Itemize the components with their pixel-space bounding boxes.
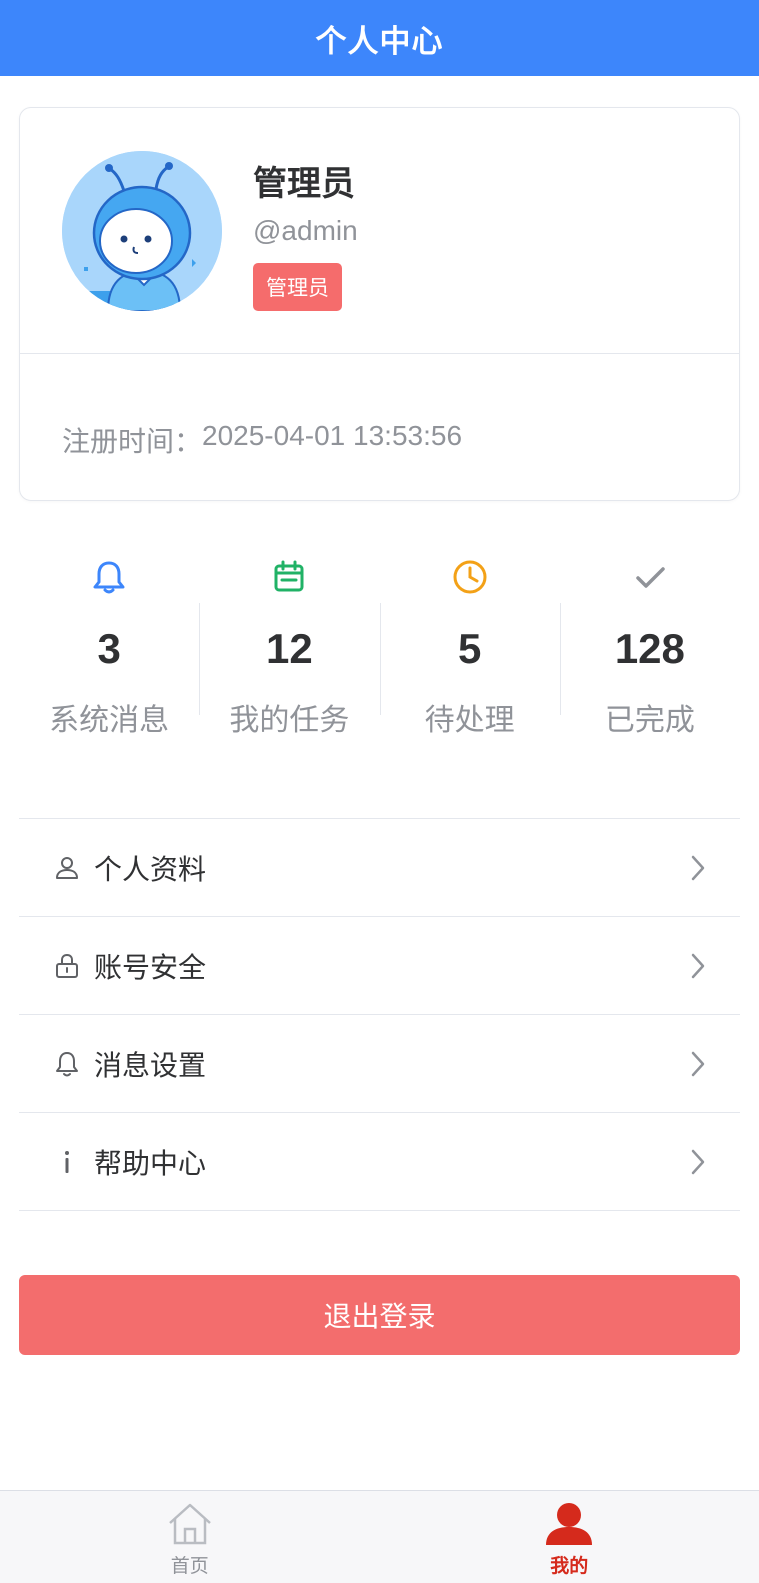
person-icon bbox=[544, 1499, 594, 1549]
stat-completed[interactable]: 128 已完成 bbox=[559, 555, 740, 755]
chevron-right-icon bbox=[691, 1149, 705, 1175]
stat-my-tasks[interactable]: 12 我的任务 bbox=[199, 555, 379, 755]
card-divider bbox=[20, 353, 739, 354]
settings-menu: 个人资料 账号安全 消息设置 帮助中心 bbox=[19, 818, 740, 1211]
stat-value: 3 bbox=[97, 625, 121, 672]
menu-item-profile[interactable]: 个人资料 bbox=[19, 819, 740, 917]
chevron-right-icon bbox=[691, 1051, 705, 1077]
tab-label: 我的 bbox=[550, 1555, 589, 1577]
stat-label: 待处理 bbox=[424, 703, 515, 738]
user-icon bbox=[52, 853, 82, 883]
user-handle: @admin bbox=[253, 215, 358, 246]
role-badge: 管理员 bbox=[253, 263, 342, 311]
stat-label: 已完成 bbox=[604, 703, 695, 738]
register-time-row: 注册时间： 2025-04-01 13:53:56 bbox=[62, 420, 462, 460]
menu-item-label: 个人资料 bbox=[94, 852, 207, 886]
top-header: 个人中心 bbox=[0, 0, 759, 76]
stat-label: 我的任务 bbox=[229, 703, 350, 738]
menu-item-account-security[interactable]: 账号安全 bbox=[19, 917, 740, 1015]
menu-item-label: 账号安全 bbox=[94, 950, 207, 984]
page-title: 个人中心 bbox=[315, 23, 444, 60]
register-time-label: 注册时间： bbox=[62, 425, 203, 458]
menu-item-label: 消息设置 bbox=[94, 1048, 207, 1082]
clock-icon bbox=[450, 555, 490, 599]
avatar[interactable] bbox=[62, 151, 222, 311]
register-time-value: 2025-04-01 13:53:56 bbox=[202, 420, 463, 451]
chevron-right-icon bbox=[691, 953, 705, 979]
tab-label: 首页 bbox=[170, 1555, 209, 1577]
avatar-illustration bbox=[62, 151, 222, 311]
user-name: 管理员 bbox=[253, 164, 355, 204]
bell-icon bbox=[52, 1049, 82, 1079]
calendar-icon bbox=[269, 555, 309, 599]
info-icon bbox=[52, 1147, 82, 1177]
stats-row: 3 系统消息 12 我的任务 5 待处理 128 已完成 bbox=[19, 555, 740, 755]
menu-item-notification-settings[interactable]: 消息设置 bbox=[19, 1015, 740, 1113]
stat-pending[interactable]: 5 待处理 bbox=[379, 555, 560, 755]
menu-item-help-center[interactable]: 帮助中心 bbox=[19, 1113, 740, 1211]
profile-card: 管理员 @admin 管理员 注册时间： 2025-04-01 13:53:56 bbox=[19, 107, 740, 501]
menu-item-label: 帮助中心 bbox=[94, 1146, 207, 1180]
home-icon bbox=[165, 1499, 215, 1549]
check-icon bbox=[630, 555, 670, 599]
stat-value: 12 bbox=[266, 625, 313, 672]
bell-icon bbox=[89, 555, 129, 599]
chevron-right-icon bbox=[691, 855, 705, 881]
stat-value: 128 bbox=[614, 625, 685, 672]
lock-icon bbox=[52, 951, 82, 981]
stat-label: 系统消息 bbox=[49, 703, 170, 738]
logout-button[interactable]: 退出登录 bbox=[19, 1275, 740, 1355]
stat-value: 5 bbox=[457, 625, 482, 672]
tab-home[interactable]: 首页 bbox=[0, 1491, 380, 1583]
stat-system-messages[interactable]: 3 系统消息 bbox=[19, 555, 199, 755]
bottom-tabbar: 首页 我的 bbox=[0, 1490, 759, 1583]
tab-mine[interactable]: 我的 bbox=[380, 1491, 759, 1583]
